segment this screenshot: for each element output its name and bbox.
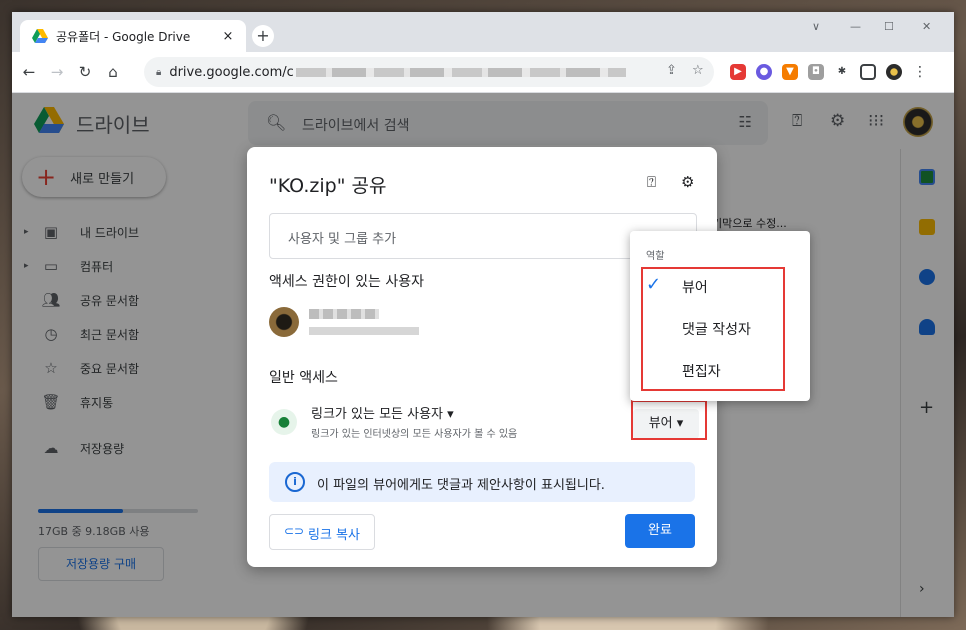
drive-favicon-icon [32,29,48,43]
share-page-icon[interactable]: ⇪ [666,63,677,78]
tab-strip: 공유폴더 - Google Drive × + ∨ — ☐ ✕ [12,12,954,52]
side-panel-icon[interactable] [860,64,876,80]
info-icon: i [285,472,305,492]
tab-title: 공유폴더 - Google Drive [56,29,191,44]
user-email-redacted [309,327,419,335]
copy-link-label: 링크 복사 [308,528,360,543]
url-text: drive.google.com/c [169,65,626,80]
info-banner: i 이 파일의 뷰어에게도 댓글과 제안사항이 표시됩니다. [269,462,695,502]
brave-shield-icon[interactable]: ▼ [782,64,798,80]
new-tab-button[interactable]: + [252,25,274,47]
user-avatar [269,307,299,337]
forward-icon[interactable]: → [46,63,68,81]
role-menu-header: 역할 [646,251,665,262]
extension-purple-icon[interactable]: ● [756,64,772,80]
people-with-access-heading: 액세스 권한이 있는 사용자 [269,274,425,290]
general-access-select[interactable]: 링크가 있는 모든 사용자 ▾ [311,403,454,422]
help-icon[interactable]: ⍰ [647,173,656,191]
add-people-placeholder: 사용자 및 그룹 추가 [288,232,397,247]
minimize-icon[interactable]: — [850,20,861,33]
general-access-heading: 일반 액세스 [269,370,338,386]
browser-toolbar: ← → ↻ ⌂ 🔒︎ drive.google.com/c ⇪ ☆ ▶ ● ▼ … [12,52,954,93]
profile-avatar-icon[interactable] [886,64,902,80]
dropdown-arrow-icon: ▾ [447,407,454,422]
bookmark-star-icon[interactable]: ☆ [692,63,704,78]
camera-extension-icon[interactable]: ◘ [808,64,824,80]
tab-search-icon[interactable]: ∨ [812,20,820,33]
address-bar[interactable]: 🔒︎ drive.google.com/c ⇪ ☆ [144,57,714,87]
user-name-redacted [309,309,379,319]
extension-red-icon[interactable]: ▶ [730,64,746,80]
info-banner-text: 이 파일의 뷰어에게도 댓글과 제안사항이 표시됩니다. [317,478,605,493]
access-description: 링크가 있는 인터넷상의 모든 사용자가 볼 수 있음 [311,429,518,440]
reload-icon[interactable]: ↻ [74,63,96,81]
done-button[interactable]: 완료 [625,514,695,548]
role-options-highlight-box [641,267,785,391]
link-icon: ⊂⊃ [284,524,305,538]
home-icon[interactable]: ⌂ [102,63,124,81]
tab-google-drive[interactable]: 공유폴더 - Google Drive × [20,20,246,52]
close-window-icon[interactable]: ✕ [922,20,931,33]
tab-close-icon[interactable]: × [220,29,236,44]
dialog-title: "KO.zip" 공유 [269,175,387,197]
role-button-highlight-box [631,400,707,440]
extensions-puzzle-icon[interactable]: ✱ [834,64,850,80]
maximize-icon[interactable]: ☐ [884,20,894,33]
copy-link-button[interactable]: ⊂⊃ 링크 복사 [269,514,375,550]
lock-icon: 🔒︎ [156,66,162,78]
globe-icon: ● [271,409,297,435]
browser-menu-icon[interactable]: ⋮ [912,64,928,80]
settings-gear-icon[interactable]: ⚙ [681,173,694,191]
back-icon[interactable]: ← [18,63,40,81]
